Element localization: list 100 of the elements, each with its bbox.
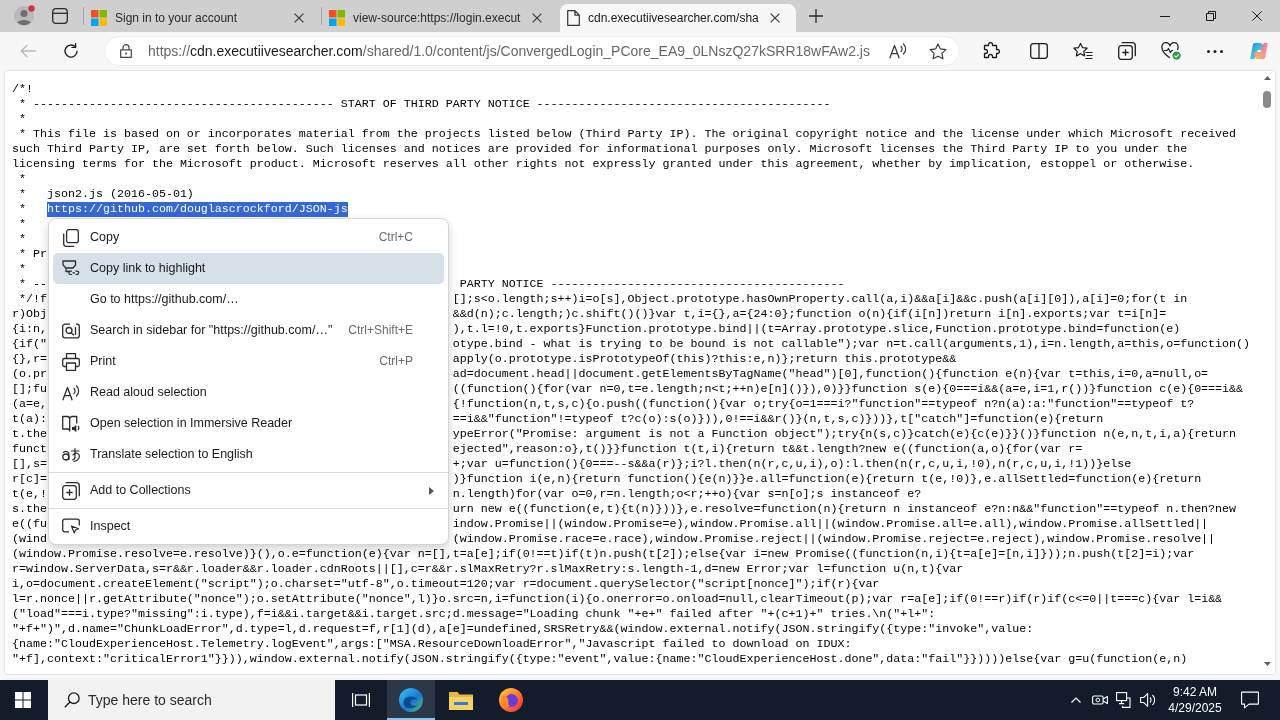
- search-field[interactable]: Type here to search: [48, 680, 335, 720]
- code-line: i,o=document.createElement("script");o.charset="utf-8",o.timeout=120;var r=document.querySelector("script[nonce]");if(r){var: [12, 577, 880, 592]
- menu-item[interactable]: Add to Collections: [53, 475, 444, 506]
- clock-date: 4/29/2025: [1168, 700, 1222, 716]
- menu-item[interactable]: Open selection in Immersive Reader: [53, 408, 444, 439]
- translate-icon: [62, 445, 80, 464]
- code-line: funct: [12, 442, 47, 457]
- code-line: * --: [18, 277, 47, 292]
- close-icon[interactable]: [770, 13, 780, 23]
- address-field[interactable]: https://cdn.executiivesearcher.com/shared/1.0/content/js/ConvergedLogin_PCore_EA9_0LNszQ27kSRR18wFAw2.js: [104, 36, 960, 66]
- shortcut-text: Ctrl+C: [378, 230, 413, 245]
- split-screen-icon[interactable]: [1030, 42, 1048, 60]
- menu-item[interactable]: Translate selection to English: [53, 439, 444, 470]
- code-line: t.the: [12, 427, 47, 442]
- sidebar-search-icon: [62, 321, 80, 340]
- code-line: ),t.l=!0,t.exports}Function.prototype.bind||(t=Array.prototype.slice,Function.prototype.bind=function(e): [452, 322, 1181, 337]
- code-line: +;var u=function(){0===--s&&a(r)};i?l.then(n(r,c,u,i),o):l.then(n(r,c,u,i,!0),n(r,c,u,i,!1))}else: [452, 457, 1132, 472]
- code-line: *: [18, 262, 26, 277]
- close-icon[interactable]: [1252, 11, 1262, 21]
- code-line: [];s<o.length;s++)i=o[s],Object.prototype.hasOwnProperty.call(a,i)&&a[i]&&c.push(a[i][0]),a[i]=0;for(t in: [452, 292, 1188, 307]
- code-line: r=window.ServerData,s=r&&r.loader&&r.loader.cdnRoots||[],c=r&&r.slMaxRetry?r.slMaxRetry:s.length-1,d=new Error;var l=function u(n,t){var: [12, 562, 964, 577]
- browser-tab[interactable]: view-source:https://login.execut: [322, 4, 558, 32]
- search-icon: [64, 692, 80, 708]
- profile-avatar-icon[interactable]: [13, 5, 35, 27]
- code-line: ("load"===i.type?"missing":i.type),f=i&&i.target&&i.target.src;d.message="Loading chunk "+e+" failed after "+(c+1)+" tries.\n("+l+":: [12, 607, 936, 622]
- code-line: otype.bind - what is trying to be bound is not callable");var n=t.call(arguments,1),i=n.length,a=this,o=function(): [452, 337, 1251, 352]
- menu-item[interactable]: Copy Ctrl+C: [53, 222, 444, 253]
- code-line: r[c]=: [12, 472, 47, 487]
- lock-icon: [120, 44, 132, 58]
- code-line: l=r.nonce||r.getAttribute("nonce");o.setAttribute("nonce",l)}o.src=n,i=function(i){o.onerror=o.onload=null,clearTimeout(p);var r=a[e];if(0!==r)if(r)if(c<=0||t===c){var l=i&&: [12, 592, 1223, 607]
- favorites-icon[interactable]: [1073, 42, 1093, 60]
- code-line: /*!: [12, 82, 33, 97]
- code-line: "+f],context:"criticalError1"}})),window.external.notify(JSON.stringify({type:"event",value:{name:"CloudExperienceHost.done",data:"fail"}}))))else{var g=u(function(e,n): [12, 652, 1188, 667]
- restore-icon[interactable]: [1206, 11, 1216, 21]
- read-aloud-icon[interactable]: [889, 43, 907, 59]
- speaker-icon[interactable]: [1140, 692, 1156, 708]
- menu-item[interactable]: Print Ctrl+P: [53, 346, 444, 377]
- code-line: s.the: [12, 502, 47, 517]
- menu-item[interactable]: Search in sidebar for "https://github.com/…" Ctrl+Shift+E: [53, 315, 444, 346]
- scroll-up-arrow-icon[interactable]: [1263, 76, 1271, 80]
- code-line: {!function(n,t,s,c){o.push((function(){var o;try{o=1===i?"function"==typeof n?n(a):a:"function"==typeof t?: [452, 397, 1195, 412]
- scrollbar-thumb[interactable]: [1263, 91, 1271, 108]
- plus-icon[interactable]: [809, 9, 823, 23]
- inspect-icon: [62, 517, 80, 536]
- code-line: * ------------------------------------------- START OF THIRD PARTY NOTICE ------------------------------------------: [18, 97, 831, 112]
- minimize-icon[interactable]: [1160, 15, 1170, 17]
- close-icon[interactable]: [532, 13, 542, 23]
- code-line: (a=e,: [12, 397, 47, 412]
- puzzle-icon[interactable]: [982, 42, 1000, 60]
- code-line: (window.Promise.race=e.race),window.Promise.reject||(window.Promise.reject=e.reject),window.Promise.resolve||: [452, 532, 1216, 547]
- collections-icon[interactable]: [1118, 42, 1136, 60]
- menu-item[interactable]: Copy link to highlight: [53, 253, 444, 284]
- code-line: licensing terms for the Microsoft product. Microsoft reserves all other rights not expressly granted under this agreement, whether by implication, estoppel or otherwise.: [12, 157, 1195, 172]
- task-view-icon[interactable]: [352, 692, 370, 708]
- close-icon[interactable]: [294, 13, 304, 23]
- squares-logo-icon: [329, 10, 345, 26]
- code-line: ad=document.head||document.getElementsByTagName("head")[0],function(){function e(n){var t=this,i=0,a=null,o=: [452, 367, 1209, 382]
- code-line: ((function(){for(var n=0,t=e.length;n<t;++n)e[n]()}),0)}}function s(e){0===i&&(a=e,i=1,r())}function c(e){0===i&&: [452, 382, 1244, 397]
- code-line: */!f: [18, 292, 47, 307]
- code-line: ==i&&"function"!=typeof t?c(o):s(o)})),0!==i&&r()}(n,t,s,c)}))},t["catch"]=function(e){return: [452, 412, 1104, 427]
- scroll-down-arrow-icon[interactable]: [1263, 662, 1271, 666]
- squares-logo-icon: [91, 10, 107, 26]
- code-line: e((fu: [12, 517, 47, 532]
- document-icon: [567, 10, 580, 26]
- folder-icon: [449, 690, 473, 710]
- tab-actions-icon[interactable]: [52, 8, 68, 24]
- browser-tab[interactable]: cdn.executiivesearcher.com/sha: [560, 4, 796, 32]
- copy-icon: [62, 228, 80, 247]
- more-icon[interactable]: [1207, 49, 1223, 53]
- code-line: *: [18, 232, 26, 247]
- browser-tab[interactable]: Sign in to your account: [84, 4, 320, 32]
- fox-browser-icon: [499, 688, 523, 712]
- chevron-up-icon[interactable]: [1071, 697, 1081, 703]
- read-aloud-icon: [62, 383, 80, 402]
- code-line: (window.Promise.resolve=e.resolve)}(),o.e=function(e){var n=[],t=a[e];if(0!==t)if(t)n.push(t[2]);else{var i=new Promise((function(n,i){t=a[e]=[n,i]}));n.push(t[2]=i);var: [12, 547, 1195, 562]
- windows-logo-icon[interactable]: [15, 692, 31, 708]
- star-icon[interactable]: [929, 42, 947, 60]
- marker-link-icon: [62, 259, 80, 278]
- selected-text: https://github.com/douglascrockford/JSON-js: [47, 202, 348, 217]
- code-line: r)Obj: [12, 307, 47, 322]
- code-line: *: [18, 112, 26, 127]
- heart-pulse-icon[interactable]: [1161, 42, 1181, 60]
- code-line: such Third Party IP, are set forth below. Such licenses and notices are provided for informational purposes only. Microsoft licenses the Third Party IP to you under the: [12, 142, 1188, 157]
- shortcut-text: Ctrl+Shift+E: [348, 323, 413, 338]
- code-line: (wind: [12, 532, 47, 547]
- taskbar-app-button[interactable]: [387, 680, 435, 720]
- assistant-icon[interactable]: [1249, 42, 1269, 60]
- menu-item[interactable]: Inspect: [53, 511, 444, 542]
- notification-icon[interactable]: [1241, 691, 1259, 709]
- menu-item[interactable]: Go to https://github.com/…: [53, 284, 444, 315]
- code-line: t(a):: [12, 412, 47, 427]
- code-line: urn new e((function(e,t){t(n)}))},e.resolve=function(n){return n instanceof e?n:n&&"function"==typeof n.then?new: [452, 502, 1237, 517]
- code-line: t(e,!: [12, 487, 47, 502]
- collections-icon: [62, 481, 80, 500]
- wave-browser-icon: [399, 688, 423, 712]
- code-line: "+f+")",d.name="ChunkLoadError",d.type=l,d.request=f,r[1](d),a[e]=undefined,SRSRetry&&(window.external.notify(JSON.stringify({type:"invoke",value:: [12, 622, 1034, 637]
- camera-icon[interactable]: [1092, 692, 1108, 708]
- menu-item[interactable]: Read aloud selection: [53, 377, 444, 408]
- network-icon[interactable]: [1116, 692, 1132, 708]
- refresh-icon[interactable]: [63, 43, 79, 59]
